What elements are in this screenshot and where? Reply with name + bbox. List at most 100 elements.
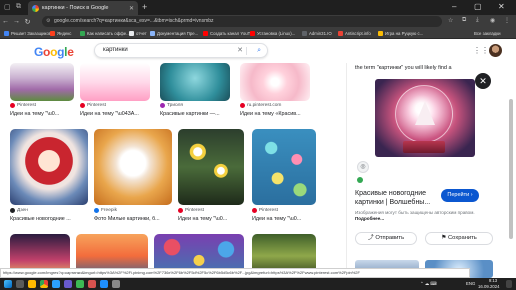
image-thumbnail[interactable]: [178, 129, 244, 205]
forward-icon[interactable]: →: [11, 18, 22, 25]
result-source: Дзен: [10, 208, 28, 213]
notification-icon[interactable]: [506, 280, 512, 288]
url-input[interactable]: ⚙ google.com/search?q=картинки&sca_esv=.…: [42, 16, 442, 27]
bookmark-item[interactable]: Как написать оффе...: [80, 29, 130, 38]
bookmark-item[interactable]: Antiscript.info: [338, 29, 371, 38]
result-caption[interactable]: Идеи на тему «Красив...: [240, 111, 316, 117]
source-icon: [160, 103, 165, 108]
image-thumbnail[interactable]: [10, 129, 88, 205]
image-thumbnail[interactable]: [80, 63, 150, 101]
clear-search-icon[interactable]: ✕: [237, 44, 243, 57]
bookmark-item[interactable]: Установка (Linux)...: [250, 29, 295, 38]
preview-image[interactable]: [375, 79, 475, 157]
task-view-icon[interactable]: [16, 280, 24, 288]
result-caption[interactable]: Красивые картинки —...: [160, 111, 234, 117]
logo-letter: e: [67, 45, 74, 59]
bookmark-item[interactable]: отчет: [129, 29, 147, 38]
result-caption[interactable]: Фото Милые картинки, б...: [94, 216, 174, 222]
tab-search-icon[interactable]: ▢: [4, 3, 11, 11]
tab-close-icon[interactable]: ✕: [129, 5, 134, 12]
visit-button[interactable]: Перейти ›: [441, 189, 479, 202]
avatar[interactable]: [489, 44, 502, 57]
bookmark-icon: [203, 31, 208, 36]
result-caption[interactable]: Идеи на тему "\u0...: [10, 111, 76, 117]
minimize-icon[interactable]: –: [452, 2, 456, 12]
search-query: картинки: [103, 47, 128, 53]
url-text: google.com/search?q=картинки&sca_esv=...…: [54, 18, 214, 24]
new-tab-button[interactable]: +: [142, 2, 147, 12]
image-thumbnail[interactable]: [252, 129, 316, 205]
tab-title: картинки - Поиск в Google: [42, 5, 109, 11]
chrome-icon[interactable]: [40, 280, 48, 288]
bookmarks-bar: Решает Заказщиков Яндекс Как написать оф…: [0, 28, 516, 39]
telegram-icon[interactable]: [52, 280, 60, 288]
clock-date[interactable]: 16.09.2024: [478, 284, 500, 289]
extensions-icon[interactable]: ⧉: [462, 17, 466, 24]
tab-strip: ▢ ⧉ картинки - Поиск в Google ✕ + – ▢ ✕: [0, 0, 516, 15]
google-logo[interactable]: Google: [34, 45, 74, 59]
start-icon[interactable]: [4, 280, 12, 288]
save-button[interactable]: ⚑ Сохранить: [425, 232, 493, 245]
page-scrollbar[interactable]: [509, 99, 513, 239]
result-caption[interactable]: Идеи на тему "\u0...: [178, 216, 246, 222]
google-favicon-icon: [32, 4, 39, 12]
source-icon: [252, 208, 257, 213]
source-icon: [240, 103, 245, 108]
bookmark-item[interactable]: Яндекс: [50, 29, 71, 38]
tab-actions-icon[interactable]: ⧉: [16, 3, 21, 11]
lens-icon[interactable]: ◎: [357, 161, 369, 173]
reload-icon[interactable]: ↻: [22, 18, 33, 26]
bookmark-icon: [4, 31, 9, 36]
bookmark-icon: [250, 31, 255, 36]
tab-google-search[interactable]: картинки - Поиск в Google ✕: [28, 1, 138, 15]
image-preview-panel: the term "картинки" you will likely find…: [346, 63, 506, 278]
bookmark-item[interactable]: Создать канал YouT...: [203, 29, 253, 38]
menu-icon[interactable]: ⋮: [504, 17, 510, 24]
tray-icons[interactable]: ⌃ ☁ ⌨: [420, 281, 437, 287]
all-bookmarks[interactable]: Все закладки: [474, 29, 501, 38]
google-apps-icon[interactable]: ⋮⋮: [473, 46, 489, 55]
panel-source-icon: [357, 177, 363, 183]
bookmark-item[interactable]: Игра на Руцкую с...: [378, 29, 423, 38]
close-panel-button[interactable]: ✕: [475, 73, 491, 89]
back-icon[interactable]: ←: [0, 18, 11, 25]
downloads-icon[interactable]: ⤓: [476, 17, 479, 24]
close-window-icon[interactable]: ✕: [498, 2, 505, 12]
result-source: Триоля: [160, 103, 183, 108]
result-source: Freepik: [94, 208, 117, 213]
panel-title[interactable]: Красивые новогодние картинки | Волшебны.…: [355, 189, 437, 207]
profile-icon[interactable]: ◉: [490, 17, 495, 24]
app-icon[interactable]: [88, 280, 96, 288]
search-input[interactable]: картинки ✕ ⌕: [94, 43, 268, 58]
bookmark-item[interactable]: Admin31.IO: [302, 29, 332, 38]
bookmark-icon: [80, 31, 85, 36]
app-icon[interactable]: [112, 280, 120, 288]
learn-more-link[interactable]: Подробнее...: [355, 216, 384, 221]
tree-graphic: [415, 101, 435, 125]
bookmark-item[interactable]: Решает Заказщиков: [4, 29, 51, 38]
result-caption[interactable]: Идеи на тему "\u043А...: [80, 111, 152, 117]
file-explorer-icon[interactable]: [28, 280, 36, 288]
app-icon[interactable]: [76, 280, 84, 288]
google-header: Google картинки ✕ ⌕ ⋮⋮: [0, 39, 516, 63]
site-info-icon[interactable]: ⚙: [46, 16, 50, 27]
language-indicator[interactable]: ENG: [466, 281, 475, 286]
app-icon[interactable]: [64, 280, 72, 288]
image-thumbnail[interactable]: [94, 129, 172, 205]
source-icon: [80, 103, 85, 108]
bookmark-star-icon[interactable]: ☆: [448, 17, 453, 24]
globe-base-graphic: [403, 141, 445, 153]
image-thumbnail[interactable]: [240, 63, 310, 101]
result-caption[interactable]: Красивые новогодние ...: [10, 216, 90, 222]
maximize-icon[interactable]: ▢: [474, 2, 482, 12]
result-caption[interactable]: Идеи на тему "\u0...: [252, 216, 318, 222]
image-thumbnail[interactable]: [10, 63, 74, 101]
search-icon[interactable]: ⌕: [257, 44, 261, 57]
image-thumbnail[interactable]: [160, 63, 230, 101]
bookmark-item[interactable]: Документация Пре...: [150, 29, 198, 38]
share-button[interactable]: ⤴ Отправить: [355, 232, 417, 245]
result-source: Pinterest: [178, 208, 204, 213]
app-icon[interactable]: [100, 280, 108, 288]
bookmark-icon: [50, 31, 55, 36]
clock-time[interactable]: 9:13: [482, 278, 504, 283]
